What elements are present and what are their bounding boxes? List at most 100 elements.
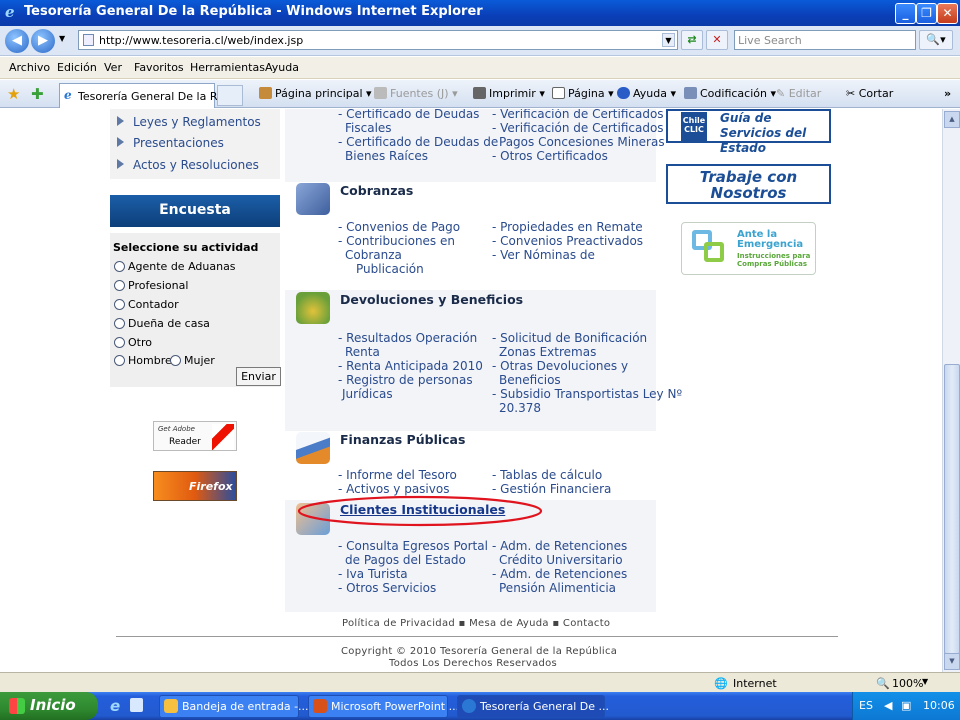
task-bandeja[interactable]: Bandeja de entrada -...	[159, 695, 309, 718]
link-cert-deudas-cont[interactable]: Fiscales	[345, 121, 392, 135]
back-button[interactable]: ◀	[5, 29, 29, 53]
link-mesa-ayuda[interactable]: Mesa de Ayuda	[469, 618, 549, 629]
start-button[interactable]: Inicio	[0, 692, 98, 720]
menu-favoritos[interactable]: Favoritos	[134, 61, 184, 74]
zoom-dropdown-icon[interactable]: ▼	[922, 677, 928, 686]
radio-hombre[interactable]: Hombre	[114, 354, 172, 367]
link-solicitud-bonificacion[interactable]: - Solicitud de Bonificación	[492, 331, 647, 345]
quicklaunch-desktop-icon[interactable]	[130, 698, 143, 712]
zoom-level[interactable]: 100%	[892, 677, 923, 690]
nav-leyes[interactable]: Leyes y Reglamentos	[117, 115, 261, 129]
nav-actos[interactable]: Actos y Resoluciones	[117, 158, 259, 172]
link-adm-retenciones-credito[interactable]: - Adm. de Retenciones	[492, 539, 627, 553]
forward-button[interactable]: ▶	[31, 29, 55, 53]
browser-tab[interactable]: e Tesorería General De la R...	[59, 83, 228, 108]
guia-servicios-banner[interactable]: Chile CLIC Guía de Servicios del Estado	[666, 109, 831, 155]
link-renta-anticipada[interactable]: - Renta Anticipada 2010	[338, 359, 483, 373]
link-ver-nominas[interactable]: - Ver Nóminas de	[492, 248, 595, 262]
link-iva-turista[interactable]: - Iva Turista	[338, 567, 408, 581]
radio-circle[interactable]	[114, 280, 125, 291]
vertical-scrollbar[interactable]: ▲ ▼	[942, 109, 960, 672]
link-subsidio-transportistas[interactable]: - Subsidio Transportistas Ley Nº	[492, 387, 682, 401]
link-adm-retenciones-pension[interactable]: - Adm. de Retenciones	[492, 567, 627, 581]
refresh-button[interactable]: ⇄	[681, 30, 703, 50]
link-solicitud-bonificacion-cont[interactable]: Zonas Extremas	[499, 345, 596, 359]
link-subsidio-transportistas-cont[interactable]: 20.378	[499, 401, 541, 415]
menu-ayuda[interactable]: Ayuda	[265, 61, 299, 74]
encoding-button[interactable]: Codificación ▾	[684, 87, 776, 100]
link-consulta-egresos[interactable]: - Consulta Egresos Portal	[338, 539, 488, 553]
radio-circle[interactable]	[114, 337, 125, 348]
quicklaunch-ie-icon[interactable]: e	[110, 697, 120, 715]
link-adm-retenciones-credito-cont[interactable]: Crédito Universitario	[499, 553, 623, 567]
link-convenios-pago[interactable]: - Convenios de Pago	[338, 220, 460, 234]
cobranzas-title[interactable]: Cobranzas	[340, 183, 413, 198]
edit-button[interactable]: ✎ Editar	[776, 87, 821, 100]
language-indicator[interactable]: ES	[859, 699, 873, 712]
link-contacto[interactable]: Contacto	[563, 618, 610, 629]
link-registro-personas[interactable]: - Registro de personas	[338, 373, 473, 387]
radio-circle[interactable]	[170, 355, 181, 366]
link-verif-cert[interactable]: - Verificación de Certificados	[492, 109, 664, 121]
radio-duena[interactable]: Dueña de casa	[114, 317, 210, 330]
link-resultados-operacion-cont[interactable]: Renta	[345, 345, 380, 359]
scroll-thumb[interactable]	[944, 364, 960, 654]
radio-circle[interactable]	[114, 261, 125, 272]
search-button[interactable]: 🔍▾	[919, 30, 953, 50]
history-dropdown-icon[interactable]: ▼	[59, 34, 65, 43]
radio-agente[interactable]: Agente de Aduanas	[114, 260, 236, 273]
link-convenios-preactivados[interactable]: - Convenios Preactivados	[492, 234, 643, 248]
menu-herramientas[interactable]: Herramientas	[190, 61, 265, 74]
more-commands-icon[interactable]: »	[944, 87, 951, 100]
link-adm-retenciones-pension-cont[interactable]: Pensión Alimenticia	[499, 581, 616, 595]
maximize-button[interactable]: ❐	[916, 3, 937, 24]
link-verif-cert-mineras-cont[interactable]: Pagos Concesiones Mineras	[499, 135, 665, 149]
title-bar[interactable]: e Tesorería General De la República - Wi…	[0, 0, 960, 26]
link-contribuciones-cont[interactable]: Cobranza	[345, 248, 402, 262]
link-consulta-egresos-cont[interactable]: de Pagos del Estado	[345, 553, 466, 567]
scroll-down-icon[interactable]: ▼	[944, 653, 960, 670]
submit-button[interactable]: Enviar	[236, 367, 281, 386]
link-tablas-calculo[interactable]: - Tablas de cálculo	[492, 468, 602, 482]
add-favorites-icon[interactable]: ✚	[31, 85, 44, 103]
link-informe-tesoro[interactable]: - Informe del Tesoro	[338, 468, 457, 482]
task-tesoreria[interactable]: Tesorería General De ...	[457, 695, 609, 718]
link-verif-cert-mineras[interactable]: - Verificación de Certificados	[492, 121, 664, 135]
home-button[interactable]: Página principal ▾	[259, 87, 372, 100]
radio-mujer[interactable]: Mujer	[170, 354, 215, 367]
task-powerpoint[interactable]: Microsoft PowerPoint ...	[308, 695, 459, 718]
link-cert-deudas[interactable]: - Certificado de Deudas	[338, 109, 479, 121]
firefox-badge[interactable]: Firefox	[153, 471, 237, 501]
radio-circle[interactable]	[114, 318, 125, 329]
devoluciones-title[interactable]: Devoluciones y Beneficios	[340, 292, 523, 307]
print-button[interactable]: Imprimir ▾	[473, 87, 545, 100]
link-cert-bienes-cont[interactable]: Bienes Raíces	[345, 149, 428, 163]
menu-ver[interactable]: Ver	[104, 61, 122, 74]
tray-app-icon[interactable]: ▣	[901, 699, 911, 712]
link-cert-bienes[interactable]: - Certificado de Deudas de	[338, 135, 498, 149]
finanzas-title[interactable]: Finanzas Públicas	[340, 432, 465, 447]
link-contribuciones[interactable]: - Contribuciones en	[338, 234, 455, 248]
emergencia-banner[interactable]: Ante la Emergencia Instrucciones para Co…	[681, 222, 816, 275]
menu-archivo[interactable]: Archivo	[9, 61, 50, 74]
address-input[interactable]: http://www.tesoreria.cl/web/index.jsp ▼	[78, 30, 678, 50]
radio-otro[interactable]: Otro	[114, 336, 152, 349]
link-resultados-operacion[interactable]: - Resultados Operación	[338, 331, 477, 345]
adobe-reader-badge[interactable]: Get Adobe Reader	[153, 421, 237, 451]
link-publicacion[interactable]: Publicación	[356, 262, 424, 276]
search-input[interactable]: Live Search	[734, 30, 916, 50]
feeds-button[interactable]: Fuentes (J) ▾	[374, 87, 458, 100]
radio-contador[interactable]: Contador	[114, 298, 179, 311]
link-otras-devoluciones-cont[interactable]: Beneficios	[499, 373, 561, 387]
stop-button[interactable]: ✕	[706, 30, 728, 50]
link-registro-personas-cont[interactable]: Jurídicas	[342, 387, 393, 401]
radio-profesional[interactable]: Profesional	[114, 279, 188, 292]
trabaje-banner[interactable]: Trabaje con Nosotros	[666, 164, 831, 204]
page-button[interactable]: Página ▾	[552, 87, 614, 100]
link-privacidad[interactable]: Política de Privacidad	[342, 618, 455, 629]
help-button[interactable]: Ayuda ▾	[617, 87, 676, 100]
scroll-up-icon[interactable]: ▲	[944, 111, 960, 128]
link-otros-cert[interactable]: - Otros Certificados	[492, 149, 608, 163]
cut-button[interactable]: ✂ Cortar	[846, 87, 893, 100]
link-propiedades-remate[interactable]: - Propiedades en Remate	[492, 220, 643, 234]
